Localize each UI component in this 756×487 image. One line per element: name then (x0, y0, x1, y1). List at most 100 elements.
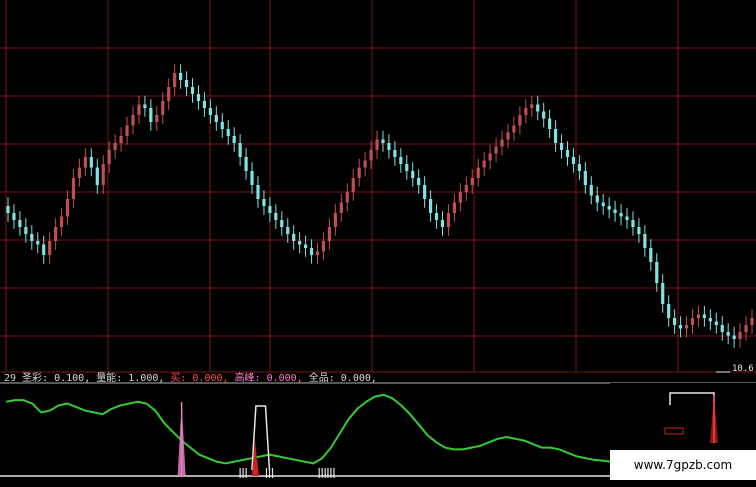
candle-body (583, 171, 587, 185)
chart-grid (0, 0, 756, 373)
candle-body (500, 139, 504, 147)
candle-body (345, 192, 349, 203)
candle-body (71, 178, 76, 199)
candle-body (482, 160, 486, 168)
candle-body (571, 157, 576, 164)
candle-body (559, 143, 564, 150)
candle-body (286, 227, 290, 234)
candle-body (488, 153, 492, 161)
candle-body (631, 220, 635, 227)
candle-body (678, 325, 683, 329)
indicator-id: 29 (4, 373, 17, 384)
candle-body (607, 206, 611, 210)
candle-body (262, 199, 266, 206)
candle-body (625, 216, 629, 220)
candle-body (744, 325, 748, 332)
candle-body (553, 129, 558, 143)
candle-body (399, 157, 403, 164)
param-liangneng: 量能: 1.000, (96, 373, 165, 384)
candle-body (524, 108, 528, 115)
param-quanpin: 全品: 0.000, (308, 373, 377, 384)
candle-body (256, 185, 260, 199)
candle-body (655, 262, 659, 283)
candle-body (42, 244, 46, 255)
candle-body (83, 157, 87, 168)
candle-body (595, 195, 599, 203)
candle-body (315, 251, 320, 255)
candle-body (530, 104, 534, 108)
param-gaofeng: 高峰: 0.000, (234, 373, 303, 384)
candle-body (190, 87, 195, 94)
candle-body (298, 241, 302, 245)
candle-body (536, 104, 540, 112)
candle-body (179, 73, 183, 80)
candle-body (167, 87, 171, 101)
candle-body (357, 167, 361, 178)
candle-body (381, 139, 385, 143)
candlestick-series (6, 64, 754, 348)
candle-body (690, 318, 695, 325)
param-mai: 买: 0.000, (170, 373, 229, 384)
candle-body (411, 171, 415, 178)
candle-body (220, 122, 224, 129)
candle-body (184, 80, 189, 87)
candle-body (304, 244, 308, 248)
candle-body (542, 111, 546, 119)
candle-body (333, 213, 337, 227)
candle-body (214, 115, 218, 122)
candle-body (18, 220, 22, 227)
candle-body (726, 332, 730, 336)
candle-body (393, 150, 397, 157)
candle-body (137, 104, 141, 115)
candle-body (268, 206, 272, 213)
candle-body (232, 136, 236, 143)
indicator-bar: 29 圣彩: 0.100, 量能: 1.000, 买: 0.000, 高峰: 0… (4, 372, 377, 385)
candle-body (512, 125, 516, 133)
candle-body (309, 248, 314, 255)
candle-body (673, 318, 677, 325)
candle-body (613, 209, 617, 213)
candle-body (101, 164, 105, 185)
candle-body (119, 136, 123, 143)
candle-body (434, 213, 439, 220)
candle-body (661, 283, 665, 304)
candle-body (649, 248, 653, 262)
candle-body (143, 104, 147, 108)
candle-body (321, 241, 326, 252)
candle-body (428, 199, 433, 213)
candle-body (59, 216, 64, 227)
candle-body (155, 115, 159, 122)
candle-body (48, 241, 52, 255)
candle-body (470, 178, 474, 185)
candle-body (738, 332, 742, 339)
candle-body (494, 146, 498, 154)
candle-body (375, 139, 379, 150)
candle-body (107, 150, 111, 164)
watermark: www.7gpzb.com (610, 450, 756, 480)
candle-body (208, 108, 212, 115)
candle-body (405, 164, 409, 171)
candle-body (280, 220, 284, 227)
candle-body (548, 118, 552, 129)
candle-body (113, 143, 117, 150)
candle-body (423, 185, 427, 199)
candle-body (714, 321, 718, 325)
candle-body (458, 192, 462, 203)
candle-body (601, 202, 605, 206)
candle-body (161, 101, 165, 115)
candle-body (637, 227, 641, 234)
candle-body (684, 325, 689, 329)
candle-body (476, 167, 480, 178)
candle-body (565, 150, 570, 157)
candle-body (149, 108, 153, 122)
candle-body (125, 125, 129, 136)
candle-body (750, 318, 754, 325)
candle-body (369, 150, 373, 161)
signal-markers (177, 402, 335, 478)
candle-body (131, 115, 135, 126)
candle-body (95, 167, 99, 185)
candle-body (619, 213, 623, 217)
candle-body (327, 227, 332, 241)
candle-body (250, 171, 254, 185)
candle-body (732, 335, 736, 339)
